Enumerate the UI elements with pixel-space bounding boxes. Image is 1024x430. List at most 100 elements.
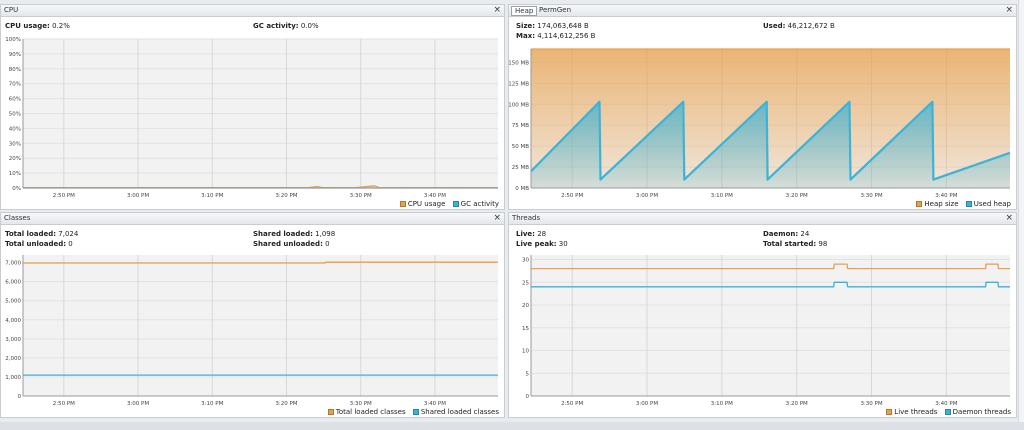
gc-activity-value: 0.0%: [300, 22, 319, 30]
legend-gc-activity: GC activity: [460, 200, 499, 208]
x-tick-label: 3:10 PM: [711, 401, 733, 407]
y-tick-label: 80%: [9, 67, 21, 73]
y-tick-label: 20: [522, 303, 529, 309]
total-loaded-value: 7,024: [58, 230, 79, 238]
chart-svg: 0 5 10 15 20 25 30 2:50 PM 3:00 PM 3:10 PM 3:20 PM…: [522, 255, 1010, 407]
series-area-heap-size: [531, 49, 1010, 188]
total-started-value: 98: [818, 240, 828, 248]
classes-panel: Classes × Total loaded: 7,024 Total unlo…: [0, 212, 505, 418]
cpu-panel: CPU × CPU usage: 0.2% GC activity: 0.0% …: [0, 4, 505, 210]
threads-chart: 0 5 10 15 20 25 30 2:50 PM 3:00 PM 3:10 PM 3:20 PM…: [509, 251, 1016, 408]
legend-shared-loaded-classes: Shared loaded classes: [420, 408, 499, 416]
y-tick-label: 30%: [9, 141, 21, 147]
x-tick-label: 3:00 PM: [636, 193, 658, 199]
cpu-chart: 0% 10% 20% 30% 40% 50% 60% 70% 80% 90% 100% 2:50 PM…: [1, 35, 504, 200]
x-tick-label: 3:20 PM: [275, 401, 297, 407]
legend-used-heap: Used heap: [973, 200, 1011, 208]
x-tick-label: 3:10 PM: [711, 193, 733, 199]
legend-cpu-usage: CPU usage: [407, 200, 446, 208]
y-tick-label: 2,000: [5, 356, 21, 362]
heap-max-stat: Max: 4,114,612,256 B: [516, 32, 596, 40]
legend-live-threads: Live threads: [894, 408, 938, 416]
x-tick-label: 3:00 PM: [127, 401, 149, 407]
heap-panel: Heap PermGen × Size: 174,063,648 B Max: …: [508, 4, 1017, 210]
heap-used-value: 46,212,672 B: [787, 22, 835, 30]
cpu-legend: CPU usage GC activity: [395, 200, 499, 208]
x-tick-label: 3:30 PM: [860, 401, 882, 407]
chart-svg: 0 1,000 2,000 3,000 4,000 5,000 6,000 7,000 2:50…: [5, 255, 498, 407]
legend-swatch-used-heap: [965, 201, 972, 207]
tab-permgen[interactable]: PermGen: [536, 6, 574, 16]
total-unloaded-label: Total unloaded:: [5, 240, 67, 248]
y-tick-label: 40%: [9, 126, 21, 132]
chart-svg: 0 MB 25 MB 50 MB 75 MB 100 MB 125 MB 150 MB 2:5…: [509, 48, 1011, 199]
x-tick-label: 3:40 PM: [935, 401, 957, 407]
y-tick-label: 0: [526, 394, 530, 400]
heap-used-stat: Used: 46,212,672 B: [763, 22, 835, 30]
x-tick-label: 2:50 PM: [561, 401, 583, 407]
legend-swatch-shared-loaded: [412, 409, 419, 415]
total-unloaded-value: 0: [68, 240, 73, 248]
status-bar: [0, 422, 1024, 430]
y-tick-label: 15: [522, 326, 529, 332]
y-tick-label: 5,000: [5, 299, 21, 305]
close-icon[interactable]: ×: [1005, 5, 1013, 16]
x-tick-label: 3:20 PM: [786, 193, 808, 199]
x-tick-label: 3:20 PM: [275, 193, 297, 199]
cpu-panel-header: CPU ×: [1, 5, 504, 17]
legend-daemon-threads: Daemon threads: [952, 408, 1011, 416]
shared-loaded-value: 1,098: [315, 230, 336, 238]
close-icon[interactable]: ×: [493, 5, 501, 16]
x-tick-label: 3:30 PM: [860, 193, 882, 199]
y-tick-label: 7,000: [5, 261, 21, 267]
x-tick-label: 3:00 PM: [636, 401, 658, 407]
total-loaded-label: Total loaded:: [5, 230, 57, 238]
legend-swatch-total-loaded: [327, 409, 334, 415]
x-tick-label: 3:10 PM: [201, 401, 223, 407]
y-tick-label: 20%: [9, 156, 21, 162]
cpu-usage-stat: CPU usage: 0.2%: [5, 22, 70, 30]
cpu-usage-label: CPU usage:: [5, 22, 50, 30]
heap-max-label: Max:: [516, 32, 536, 40]
x-tick-label: 2:50 PM: [561, 193, 583, 199]
x-tick-label: 3:30 PM: [350, 193, 372, 199]
y-tick-label: 50%: [9, 112, 21, 118]
heap-panel-header: Heap PermGen ×: [509, 5, 1016, 17]
x-tick-label: 3:40 PM: [424, 401, 446, 407]
y-tick-label: 125 MB: [509, 81, 529, 87]
shared-loaded-stat: Shared loaded: 1,098: [253, 230, 335, 238]
cpu-usage-value: 0.2%: [52, 22, 70, 30]
vertical-scrollbar[interactable]: [1018, 0, 1024, 430]
y-tick-label: 70%: [9, 82, 21, 88]
y-tick-label: 100 MB: [509, 102, 529, 108]
legend-swatch-daemon-threads: [944, 409, 951, 415]
legend-total-loaded-classes: Total loaded classes: [335, 408, 406, 416]
close-icon[interactable]: ×: [493, 213, 501, 224]
shared-unloaded-stat: Shared unloaded: 0: [253, 240, 330, 248]
y-tick-label: 50 MB: [512, 144, 529, 150]
total-loaded-stat: Total loaded: 7,024: [5, 230, 78, 238]
live-peak-label: Live peak:: [516, 240, 557, 248]
heap-size-value: 174,063,648 B: [537, 22, 589, 30]
shared-unloaded-label: Shared unloaded:: [253, 240, 323, 248]
shared-loaded-label: Shared loaded:: [253, 230, 313, 238]
close-icon[interactable]: ×: [1005, 213, 1013, 224]
threads-panel-header: Threads ×: [509, 213, 1016, 225]
threads-panel-title: Threads: [512, 214, 541, 222]
x-tick-label: 3:40 PM: [935, 193, 957, 199]
y-tick-label: 1,000: [5, 375, 21, 381]
legend-swatch-gc-activity: [452, 201, 459, 207]
x-tick-label: 3:40 PM: [424, 193, 446, 199]
tab-heap[interactable]: Heap: [511, 6, 538, 16]
threads-legend: Live threads Daemon threads: [881, 408, 1011, 416]
plot-area: [531, 255, 1010, 396]
x-tick-label: 3:20 PM: [786, 401, 808, 407]
gc-activity-label: GC activity:: [253, 22, 299, 30]
heap-size-label: Size:: [516, 22, 536, 30]
y-tick-label: 10: [522, 349, 529, 355]
legend-swatch-heap-size: [916, 201, 923, 207]
y-tick-label: 90%: [9, 52, 21, 58]
classes-legend: Total loaded classes Shared loaded class…: [323, 408, 499, 416]
gc-activity-stat: GC activity: 0.0%: [253, 22, 319, 30]
y-tick-label: 100%: [5, 37, 21, 43]
